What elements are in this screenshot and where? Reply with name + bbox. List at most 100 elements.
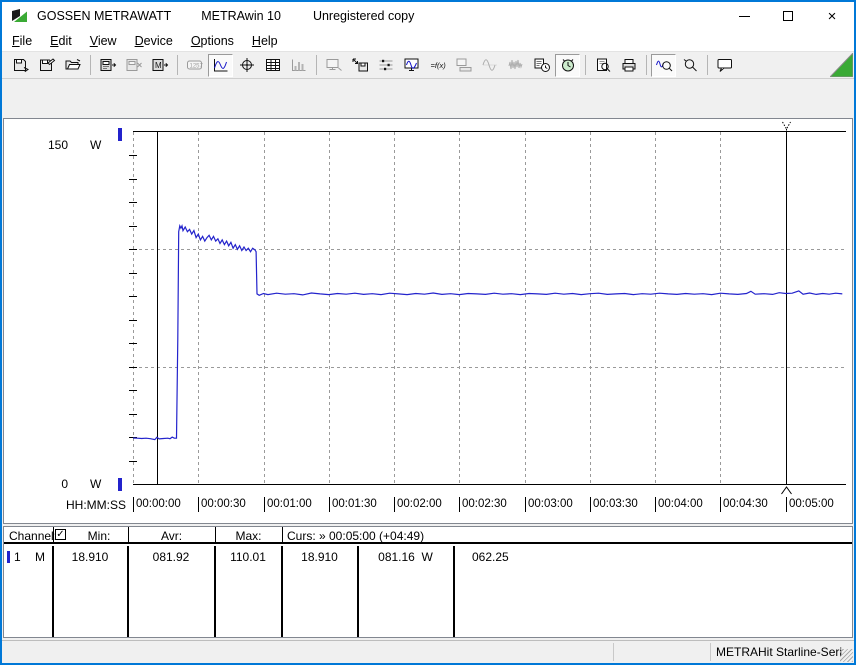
cursor-2-top-marker-icon — [782, 121, 791, 132]
device-model-label: METRAHit Starline-Seri — [716, 645, 843, 659]
resize-grip[interactable] — [840, 649, 853, 662]
header-channel: Channel: — [9, 529, 58, 543]
maximize-button[interactable] — [766, 2, 810, 30]
value-min: 18.910 — [71, 550, 109, 564]
device-read-icon[interactable] — [95, 54, 120, 77]
info-strip: Trig:OFF Chan:123456789 Status:Browsing … — [2, 79, 854, 189]
zoom-lens-icon[interactable] — [677, 54, 702, 77]
monitor-wave-icon[interactable] — [399, 54, 424, 77]
menu-view[interactable]: View — [82, 31, 125, 51]
minimize-icon — [738, 15, 750, 17]
channel-number: 1 — [14, 550, 21, 564]
x-tick-label: 00:01:00 — [267, 498, 312, 510]
channel-table-header: Channel: ✓ Min: Avr: Max: Curs: » 00:05:… — [4, 527, 852, 544]
toolbar: M 1257 =f(x) — [2, 52, 854, 79]
channel-mode: M — [35, 550, 45, 564]
print-preview-icon[interactable] — [590, 54, 615, 77]
svg-text:1257: 1257 — [189, 64, 203, 70]
menu-file[interactable]: File — [4, 31, 40, 51]
statusbar-separator — [710, 643, 711, 661]
save-file-icon[interactable] — [8, 54, 33, 77]
header-cursor: Curs: » 00:05:00 (+04:49) — [287, 529, 425, 543]
value-max: 110.01 — [230, 550, 266, 564]
curve-view-icon[interactable] — [208, 53, 233, 77]
value-cursor1: 18.910 — [301, 550, 338, 564]
title-app-name: GOSSEN METRAWATT — [37, 9, 172, 23]
x-tick-label: 00:04:30 — [723, 498, 768, 510]
y-axis-max-label: 150 — [47, 138, 68, 152]
menu-edit[interactable]: Edit — [42, 31, 80, 51]
menu-bar: File Edit View Device Options Help — [2, 30, 854, 52]
bargraph-view-icon[interactable] — [286, 54, 311, 77]
export-disk-icon[interactable] — [347, 54, 372, 77]
channel-axis-marker — [118, 478, 122, 491]
header-avr: Avr: — [160, 529, 183, 543]
x-tick-label: 00:03:30 — [593, 498, 638, 510]
channel-settings-icon[interactable] — [373, 54, 398, 77]
x-tick-label: 00:02:00 — [397, 498, 442, 510]
y-axis-unit-bottom: W — [90, 477, 102, 491]
x-tick-label: 00:01:30 — [332, 498, 377, 510]
x-axis-format-label: HH:MM:SS — [66, 498, 126, 512]
x-tick-label: 00:02:30 — [462, 498, 507, 510]
toolbar-separator — [585, 55, 586, 75]
status-bar: METRAHit Starline-Seri — [2, 640, 854, 663]
metrawin-corner-logo-icon — [830, 53, 853, 77]
x-tick-label: 00:00:00 — [136, 498, 181, 510]
channel-color-marker — [7, 551, 10, 563]
toolbar-separator — [646, 55, 647, 75]
chart-plot-area[interactable] — [4, 119, 852, 523]
close-button[interactable]: × — [810, 2, 854, 30]
svg-text:=f(x): =f(x) — [430, 61, 446, 70]
menu-device[interactable]: Device — [127, 31, 181, 51]
channel-visible-checkbox[interactable]: ✓ — [55, 529, 66, 540]
multimeter-display-icon[interactable]: 1257 — [182, 54, 207, 77]
value-cursor2: 081.16 W — [378, 550, 433, 564]
channel-table-body: 1 M 18.910 081.92 110.01 18.910 081.16 W… — [4, 546, 852, 637]
wave-noise-icon[interactable] — [503, 54, 528, 77]
window-controls: × — [722, 2, 854, 30]
x-tick-label: 00:03:00 — [528, 498, 573, 510]
analog-meter-view-icon[interactable] — [234, 54, 259, 77]
wave-sine-icon[interactable] — [477, 54, 502, 77]
power-trace-line — [132, 223, 843, 441]
title-product-name: METRAwin 10 — [201, 9, 281, 23]
toolbar-separator — [177, 55, 178, 75]
channel-axis-marker — [118, 128, 122, 141]
y-axis-unit-top: W — [90, 138, 102, 152]
chart-panel: 150 W 0 W HH:MM:SS 00:00:00 00:00:30 00:… — [3, 118, 853, 524]
device-clear-icon[interactable] — [121, 54, 146, 77]
app-window: GOSSEN METRAWATT METRAwin 10 Unregistere… — [0, 0, 856, 665]
value-cursor-col3: 062.25 — [472, 550, 509, 564]
menu-options[interactable]: Options — [183, 31, 242, 51]
toolbar-separator — [707, 55, 708, 75]
title-license-note: Unregistered copy — [312, 9, 415, 23]
toolbar-separator — [316, 55, 317, 75]
screen-transfer-icon[interactable] — [321, 54, 346, 77]
header-max: Max: — [235, 529, 262, 543]
value-cursor2-unit: W — [421, 550, 433, 564]
formula-icon[interactable]: =f(x) — [425, 54, 450, 77]
maximize-icon — [783, 11, 793, 21]
save-as-icon[interactable] — [34, 54, 59, 77]
svg-text:M: M — [155, 61, 162, 70]
zoom-curve-icon[interactable] — [651, 53, 676, 77]
cursor-2-bottom-marker-icon — [781, 486, 792, 495]
menu-help[interactable]: Help — [244, 31, 286, 51]
table-view-icon[interactable] — [260, 54, 285, 77]
close-icon: × — [827, 7, 837, 25]
pc-device-icon[interactable] — [451, 54, 476, 77]
print-icon[interactable] — [616, 54, 641, 77]
toolbar-separator — [90, 55, 91, 75]
title-bar[interactable]: GOSSEN METRAWATT METRAwin 10 Unregistere… — [2, 2, 854, 30]
x-tick-label: 00:05:00 — [789, 498, 834, 510]
comment-icon[interactable] — [712, 54, 737, 77]
minimize-button[interactable] — [722, 2, 766, 30]
value-avr: 081.92 — [152, 550, 190, 564]
statusbar-separator — [613, 643, 614, 661]
device-memory-icon[interactable]: M — [147, 54, 172, 77]
y-axis-min-label: 0 — [61, 477, 68, 491]
time-sync-clock-icon[interactable] — [555, 53, 580, 77]
open-file-icon[interactable] — [60, 54, 85, 77]
record-clock-icon[interactable] — [529, 54, 554, 77]
